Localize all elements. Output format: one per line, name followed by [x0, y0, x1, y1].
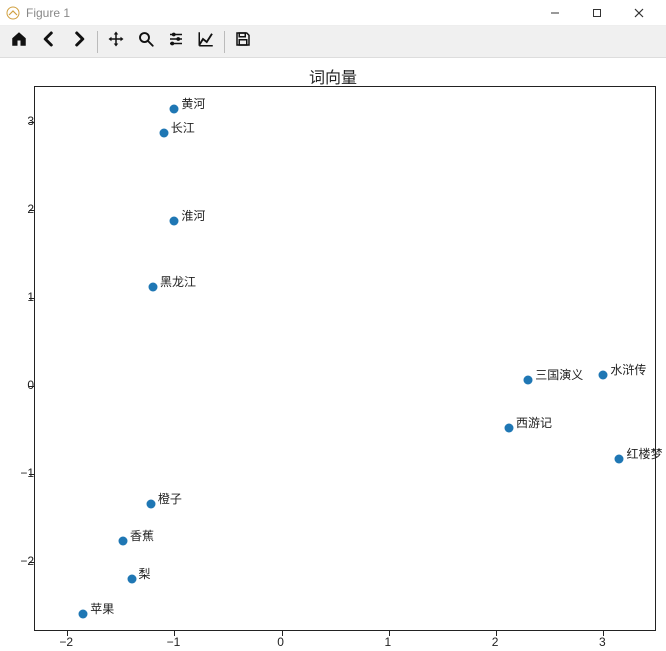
x-tick-label: −1	[167, 635, 181, 649]
config-icon	[167, 30, 185, 53]
back-button[interactable]	[34, 28, 64, 56]
scatter-point	[170, 216, 179, 225]
scatter-point	[599, 371, 608, 380]
scatter-point	[159, 128, 168, 137]
plot-area: 词向量 黄河长江淮河黑龙江三国演义 水浒传西游记红楼梦橙子香蕉梨苹果 −2 −1 0 1…	[0, 58, 666, 651]
window-titlebar: Figure 1	[0, 0, 666, 26]
back-icon	[40, 30, 58, 53]
save-button[interactable]	[228, 28, 258, 56]
chart-title: 词向量	[0, 64, 666, 88]
config-button[interactable]	[161, 28, 191, 56]
y-tick-label: 2	[27, 202, 34, 216]
window-maximize-button[interactable]	[576, 0, 618, 26]
point-label: 长江	[171, 119, 195, 136]
x-tick-label: 0	[277, 635, 284, 649]
zoom-icon	[137, 30, 155, 53]
x-tick-label: 3	[599, 635, 606, 649]
move-icon	[107, 30, 125, 53]
scatter-point	[118, 537, 127, 546]
window-minimize-button[interactable]	[534, 0, 576, 26]
save-icon	[234, 30, 252, 53]
y-tick-label: 3	[27, 114, 34, 128]
point-label: 黄河	[181, 95, 205, 112]
point-label: 红楼梦	[626, 445, 662, 462]
scatter-point	[146, 499, 155, 508]
y-tick-label: 1	[27, 290, 34, 304]
point-label: 西游记	[516, 414, 552, 431]
x-tick-label: 2	[492, 635, 499, 649]
window-title: Figure 1	[26, 6, 70, 20]
window-close-button[interactable]	[618, 0, 660, 26]
axes-icon	[197, 30, 215, 53]
app-icon	[6, 6, 20, 20]
point-label: 淮河	[181, 207, 205, 224]
point-label: 三国演义	[535, 366, 583, 383]
point-label: 苹果	[90, 600, 114, 617]
toolbar-separator	[224, 31, 225, 53]
scatter-point	[79, 610, 88, 619]
y-tick-label: 0	[27, 378, 34, 392]
toolbar-separator	[97, 31, 98, 53]
axes-button[interactable]	[191, 28, 221, 56]
scatter-point	[127, 575, 136, 584]
axes[interactable]: 黄河长江淮河黑龙江三国演义水浒传西游记红楼梦橙子香蕉梨苹果	[34, 86, 656, 631]
zoom-button[interactable]	[131, 28, 161, 56]
forward-button[interactable]	[64, 28, 94, 56]
point-label: 黑龙江	[160, 273, 196, 290]
home-icon	[10, 30, 28, 53]
point-label: 梨	[139, 565, 151, 582]
scatter-point	[505, 424, 514, 433]
point-label: 香蕉	[130, 527, 154, 544]
move-button[interactable]	[101, 28, 131, 56]
y-tick-label: −2	[20, 554, 34, 568]
scatter-point	[148, 283, 157, 292]
y-tick-label: −1	[20, 466, 34, 480]
point-label: 橙子	[158, 490, 182, 507]
x-tick-label: 1	[385, 635, 392, 649]
scatter-point	[524, 375, 533, 384]
forward-icon	[70, 30, 88, 53]
matplotlib-toolbar	[0, 26, 666, 58]
x-tick-label: −2	[59, 635, 73, 649]
scatter-point	[170, 104, 179, 113]
point-label: 水浒传	[610, 361, 646, 378]
scatter-point	[615, 454, 624, 463]
home-button[interactable]	[4, 28, 34, 56]
